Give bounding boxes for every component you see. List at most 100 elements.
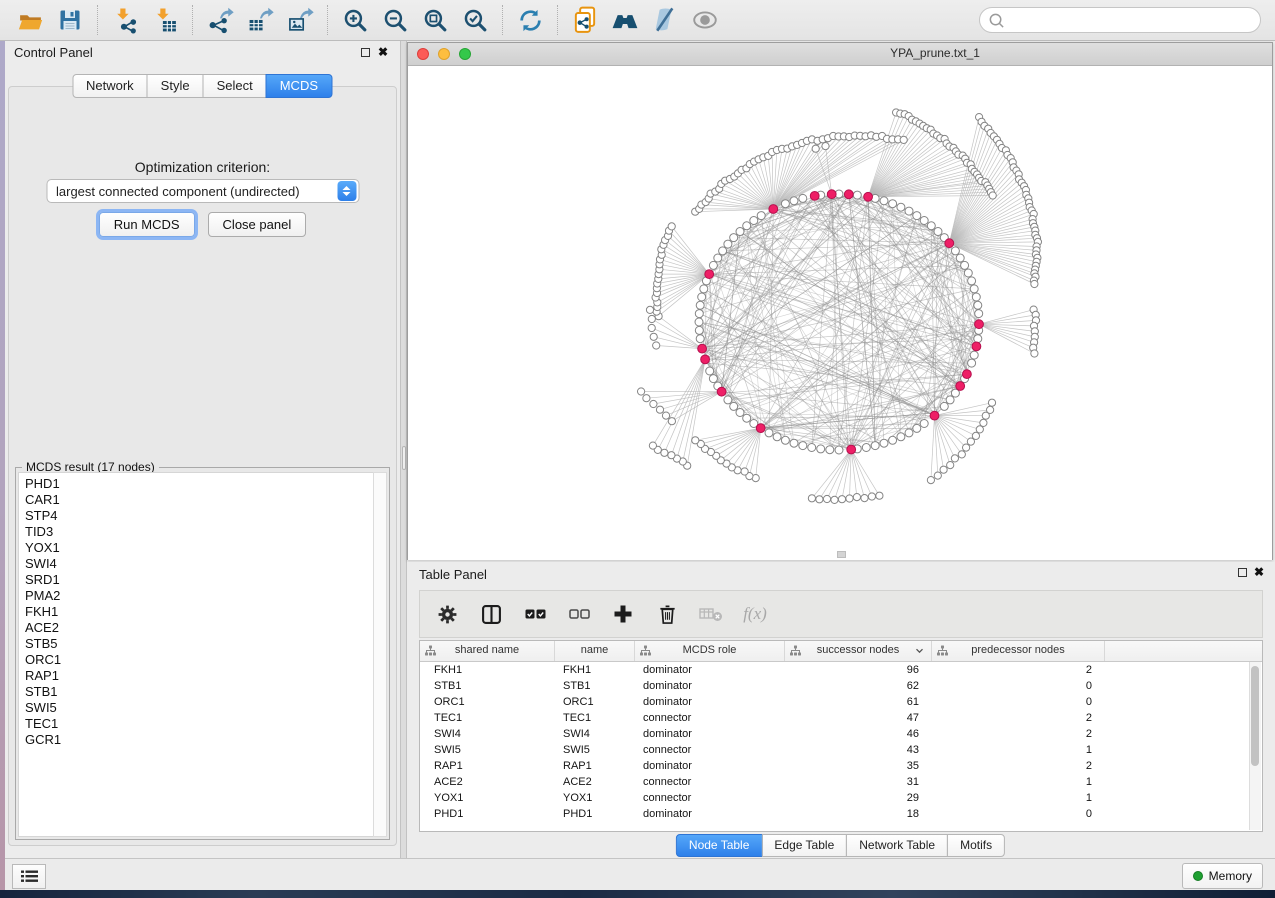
splitter-grabber[interactable] bbox=[402, 446, 406, 470]
graph-node[interactable] bbox=[750, 217, 758, 225]
tab-node-table[interactable]: Node Table bbox=[676, 834, 763, 857]
tab-network[interactable]: Network bbox=[72, 74, 148, 98]
mcds-list-item[interactable]: TID3 bbox=[25, 524, 374, 540]
close-panel-button[interactable]: Close panel bbox=[208, 212, 307, 237]
graph-node[interactable] bbox=[961, 261, 969, 269]
graph-node[interactable] bbox=[905, 429, 913, 437]
graph-node[interactable] bbox=[736, 409, 744, 417]
tab-style[interactable]: Style bbox=[147, 74, 204, 98]
close-panel-icon[interactable]: ✖ bbox=[378, 45, 388, 59]
graph-node[interactable] bbox=[968, 359, 976, 367]
network-graph[interactable] bbox=[408, 66, 1272, 560]
show-graphics-details-icon[interactable] bbox=[688, 4, 722, 36]
graph-mcds-node[interactable] bbox=[975, 320, 984, 329]
graph-node[interactable] bbox=[972, 293, 980, 301]
graph-node[interactable] bbox=[724, 396, 732, 404]
column-header-name[interactable]: name bbox=[555, 641, 635, 661]
graph-leaf-node[interactable] bbox=[1031, 280, 1038, 287]
graph-leaf-node[interactable] bbox=[963, 444, 970, 451]
float-table-panel-icon[interactable] bbox=[1238, 568, 1247, 577]
graph-leaf-node[interactable] bbox=[934, 472, 941, 479]
column-header-successor-nodes[interactable]: successor nodes bbox=[785, 641, 932, 661]
export-network-icon[interactable] bbox=[203, 4, 237, 36]
graph-node[interactable] bbox=[706, 367, 714, 375]
graph-leaf-node[interactable] bbox=[982, 412, 989, 419]
graph-mcds-node[interactable] bbox=[717, 387, 726, 396]
graph-leaf-node[interactable] bbox=[846, 495, 853, 502]
graph-leaf-node[interactable] bbox=[656, 406, 663, 413]
graph-leaf-node[interactable] bbox=[692, 437, 699, 444]
mcds-list-item[interactable]: ACE2 bbox=[25, 620, 374, 636]
mcds-result-list[interactable]: PHD1CAR1STP4TID3YOX1SWI4SRD1PMA2FKH1ACE2… bbox=[18, 472, 375, 837]
optimization-select[interactable]: largest connected component (undirected) bbox=[46, 179, 359, 203]
tab-select[interactable]: Select bbox=[203, 74, 267, 98]
mcds-list-item[interactable]: PMA2 bbox=[25, 588, 374, 604]
graph-leaf-node[interactable] bbox=[668, 452, 675, 459]
graph-mcds-node[interactable] bbox=[956, 382, 965, 391]
graph-node[interactable] bbox=[835, 446, 843, 454]
graph-node[interactable] bbox=[940, 402, 948, 410]
graph-node[interactable] bbox=[730, 402, 738, 410]
graph-node[interactable] bbox=[709, 375, 717, 383]
graph-leaf-node[interactable] bbox=[940, 466, 947, 473]
graph-leaf-node[interactable] bbox=[649, 442, 656, 449]
graph-node[interactable] bbox=[975, 310, 983, 318]
mcds-list-item[interactable]: RAP1 bbox=[25, 668, 374, 684]
mcds-list-item[interactable]: CAR1 bbox=[25, 492, 374, 508]
graph-node[interactable] bbox=[773, 433, 781, 441]
table-row[interactable]: SWI5SWI5connector431 bbox=[420, 742, 1262, 758]
select-all-rows-icon[interactable] bbox=[522, 601, 548, 627]
save-session-icon[interactable] bbox=[53, 4, 87, 36]
mcds-list-item[interactable]: FKH1 bbox=[25, 604, 374, 620]
graph-node[interactable] bbox=[696, 335, 704, 343]
graph-node[interactable] bbox=[757, 212, 765, 220]
mcds-list-scrollbar[interactable] bbox=[373, 472, 387, 837]
hide-graphics-details-icon[interactable] bbox=[648, 4, 682, 36]
graph-node[interactable] bbox=[862, 444, 870, 452]
graph-mcds-node[interactable] bbox=[701, 355, 710, 364]
column-header-MCDS-role[interactable]: MCDS role bbox=[635, 641, 785, 661]
graph-node[interactable] bbox=[808, 444, 816, 452]
graph-node[interactable] bbox=[871, 442, 879, 450]
column-header-shared-name[interactable]: shared name bbox=[420, 641, 555, 661]
graph-node[interactable] bbox=[826, 446, 834, 454]
graph-node[interactable] bbox=[695, 318, 703, 326]
table-row[interactable]: STB1STB1dominator620 bbox=[420, 678, 1262, 694]
graph-leaf-node[interactable] bbox=[650, 333, 657, 340]
graph-node[interactable] bbox=[968, 277, 976, 285]
graph-mcds-node[interactable] bbox=[705, 270, 714, 279]
network-canvas[interactable] bbox=[408, 66, 1272, 560]
graph-node[interactable] bbox=[880, 197, 888, 205]
graph-leaf-node[interactable] bbox=[648, 315, 655, 322]
graph-leaf-node[interactable] bbox=[876, 492, 883, 499]
graph-leaf-node[interactable] bbox=[976, 426, 983, 433]
graph-leaf-node[interactable] bbox=[980, 419, 987, 426]
graph-node[interactable] bbox=[709, 261, 717, 269]
graph-mcds-node[interactable] bbox=[972, 342, 981, 351]
float-panel-icon[interactable] bbox=[361, 48, 370, 57]
graph-node[interactable] bbox=[905, 207, 913, 215]
column-header-predecessor-nodes[interactable]: predecessor nodes bbox=[932, 641, 1105, 661]
mcds-list-item[interactable]: GCR1 bbox=[25, 732, 374, 748]
graph-mcds-node[interactable] bbox=[844, 190, 853, 199]
graph-node[interactable] bbox=[730, 234, 738, 242]
graph-leaf-node[interactable] bbox=[812, 145, 819, 152]
graph-leaf-node[interactable] bbox=[868, 493, 875, 500]
export-table-icon[interactable] bbox=[243, 4, 277, 36]
mcds-list-item[interactable]: SWI5 bbox=[25, 700, 374, 716]
graph-node[interactable] bbox=[695, 310, 703, 318]
graph-node[interactable] bbox=[695, 326, 703, 334]
graph-leaf-node[interactable] bbox=[668, 418, 675, 425]
graph-leaf-node[interactable] bbox=[741, 468, 748, 475]
tab-mcds[interactable]: MCDS bbox=[266, 74, 332, 98]
graph-leaf-node[interactable] bbox=[662, 412, 669, 419]
graph-node[interactable] bbox=[974, 335, 982, 343]
graph-leaf-node[interactable] bbox=[967, 438, 974, 445]
zoom-fit-icon[interactable] bbox=[418, 4, 452, 36]
graph-node[interactable] bbox=[920, 420, 928, 428]
window-minimize-button[interactable] bbox=[438, 48, 450, 60]
search-input[interactable] bbox=[1005, 9, 1260, 31]
table-row[interactable]: PHD1PHD1dominator180 bbox=[420, 806, 1262, 822]
graph-node[interactable] bbox=[970, 285, 978, 293]
graph-node[interactable] bbox=[817, 445, 825, 453]
